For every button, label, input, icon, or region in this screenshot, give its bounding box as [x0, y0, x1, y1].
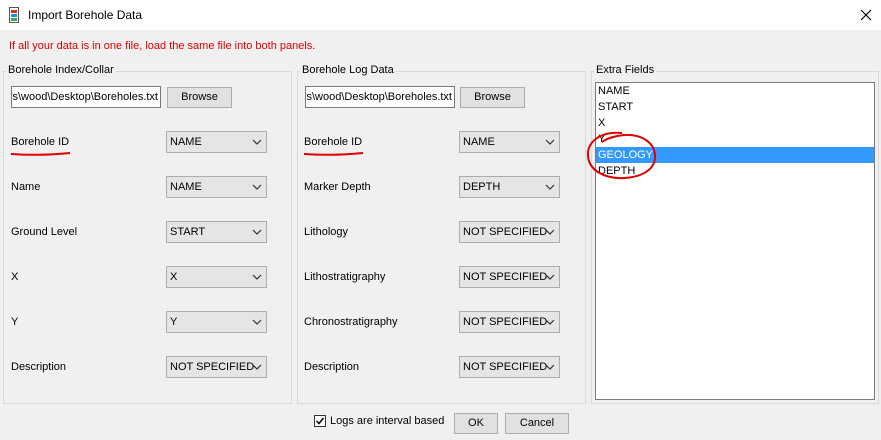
chevron-down-icon [252, 319, 262, 325]
index-label-y: Y [11, 316, 19, 328]
log-value-chronostratigraphy: NOT SPECIFIED [463, 316, 548, 328]
index-combo-borehole-id[interactable]: NAME [166, 131, 267, 153]
index-file-path: C:\Users\wood\Desktop\Boreholes.txt [12, 91, 158, 103]
log-combo-chronostratigraphy[interactable]: NOT SPECIFIED [459, 311, 560, 333]
index-combo-description[interactable]: NOT SPECIFIED [166, 356, 267, 378]
log-combo-description[interactable]: NOT SPECIFIED [459, 356, 560, 378]
log-combo-marker-depth[interactable]: DEPTH [459, 176, 560, 198]
chevron-down-icon [545, 364, 555, 370]
log-file-path-field[interactable]: C:\Users\wood\Desktop\Boreholes.txt [305, 86, 455, 108]
index-value-name: NAME [170, 181, 202, 193]
title-bar: Import Borehole Data [0, 0, 881, 30]
chevron-down-icon [252, 364, 262, 370]
annotation-underline [303, 152, 364, 156]
cancel-button[interactable]: Cancel [505, 413, 569, 434]
index-combo-name[interactable]: NAME [166, 176, 267, 198]
close-button[interactable] [851, 0, 881, 30]
ok-button[interactable]: OK [454, 413, 498, 434]
index-label-x: X [11, 271, 19, 283]
index-combo-y[interactable]: Y [166, 311, 267, 333]
index-label-ground-level: Ground Level [11, 226, 78, 238]
interval-checkbox-label: Logs are interval based [330, 415, 445, 427]
chevron-down-icon [252, 184, 262, 190]
log-label-lithostratigraphy: Lithostratigraphy [304, 271, 386, 283]
checkmark-icon [315, 417, 325, 425]
index-value-borehole-id: NAME [170, 136, 202, 148]
log-value-marker-depth: DEPTH [463, 181, 501, 193]
list-item[interactable]: START [596, 99, 874, 115]
log-label-marker-depth: Marker Depth [304, 181, 371, 193]
index-value-y: Y [170, 316, 178, 328]
interval-option[interactable]: Logs are interval based [314, 415, 444, 427]
log-panel-title: Borehole Log Data [300, 64, 396, 76]
chevron-down-icon [252, 139, 262, 145]
index-value-ground-level: START [170, 226, 206, 238]
log-value-lithology: NOT SPECIFIED [463, 226, 548, 238]
log-label-description: Description [304, 361, 360, 373]
chevron-down-icon [545, 229, 555, 235]
index-combo-x[interactable]: X [166, 266, 267, 288]
log-value-description: NOT SPECIFIED [463, 361, 548, 373]
chevron-down-icon [545, 139, 555, 145]
borehole-app-icon [9, 7, 19, 23]
chevron-down-icon [252, 229, 262, 235]
chevron-down-icon [545, 319, 555, 325]
index-browse-button[interactable]: Browse [167, 87, 232, 108]
list-item[interactable]: NAME [596, 83, 874, 99]
chevron-down-icon [252, 274, 262, 280]
list-item[interactable]: X [596, 115, 874, 131]
index-combo-ground-level[interactable]: START [166, 221, 267, 243]
log-value-borehole-id: NAME [463, 136, 495, 148]
log-combo-lithology[interactable]: NOT SPECIFIED [459, 221, 560, 243]
chevron-down-icon [545, 274, 555, 280]
log-file-path: C:\Users\wood\Desktop\Boreholes.txt [306, 91, 452, 103]
close-icon [860, 9, 872, 21]
annotation-underline [10, 152, 71, 156]
log-label-borehole-id: Borehole ID [304, 136, 363, 148]
notice-text: If all your data is in one file, load th… [9, 40, 316, 52]
annotation-circle [586, 131, 657, 180]
index-label-borehole-id: Borehole ID [11, 136, 70, 148]
index-label-description: Description [11, 361, 67, 373]
extra-fields-title: Extra Fields [594, 64, 657, 76]
log-browse-button[interactable]: Browse [460, 87, 525, 108]
index-value-description: NOT SPECIFIED [170, 361, 255, 373]
log-combo-lithostratigraphy[interactable]: NOT SPECIFIED [459, 266, 560, 288]
index-panel-title: Borehole Index/Collar [6, 64, 116, 76]
window-title: Import Borehole Data [28, 8, 143, 22]
index-value-x: X [170, 271, 178, 283]
log-value-lithostratigraphy: NOT SPECIFIED [463, 271, 548, 283]
log-label-lithology: Lithology [304, 226, 349, 238]
chevron-down-icon [545, 184, 555, 190]
log-combo-borehole-id[interactable]: NAME [459, 131, 560, 153]
interval-checkbox[interactable] [314, 415, 326, 427]
log-label-chronostratigraphy: Chronostratigraphy [304, 316, 398, 328]
index-label-name: Name [11, 181, 41, 193]
index-file-path-field[interactable]: C:\Users\wood\Desktop\Boreholes.txt [11, 86, 161, 108]
